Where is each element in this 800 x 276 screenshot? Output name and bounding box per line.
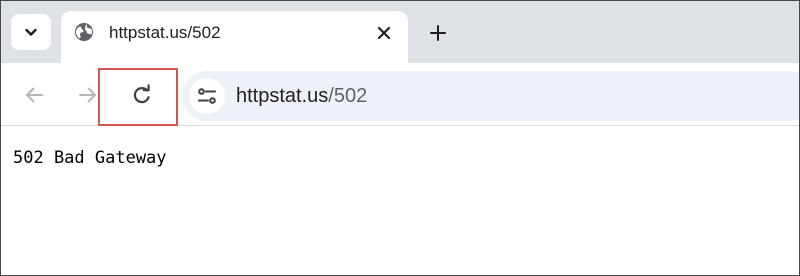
tab-active[interactable]: httpstat.us/502 xyxy=(61,11,408,65)
tab-strip: httpstat.us/502 xyxy=(1,1,799,65)
arrow-right-icon xyxy=(79,87,96,103)
plus-icon xyxy=(430,25,446,41)
chevron-down-icon xyxy=(25,28,37,36)
address-bar[interactable]: httpstat.us/502 xyxy=(183,71,799,121)
tab-title: httpstat.us/502 xyxy=(109,23,221,42)
url-host: httpstat.us xyxy=(236,85,329,107)
tune-icon xyxy=(198,88,216,104)
browser-window: httpstat.us/502 httpstat.us/502 502 Bad … xyxy=(0,0,800,276)
reload-icon xyxy=(133,84,150,104)
url-path: /502 xyxy=(328,85,368,107)
back-button[interactable] xyxy=(14,75,54,115)
page-body-text: 502 Bad Gateway xyxy=(13,148,167,168)
site-info-button[interactable] xyxy=(189,78,225,114)
tab-search-button[interactable] xyxy=(11,14,51,50)
tab-close-button[interactable] xyxy=(373,22,395,44)
new-tab-button[interactable] xyxy=(426,21,450,45)
globe-icon xyxy=(75,23,93,41)
toolbar: httpstat.us/502 xyxy=(1,63,799,126)
reload-button[interactable] xyxy=(122,75,162,115)
close-icon xyxy=(377,26,391,40)
arrow-left-icon xyxy=(26,87,43,103)
url-text[interactable]: httpstat.us/502 xyxy=(236,84,367,108)
